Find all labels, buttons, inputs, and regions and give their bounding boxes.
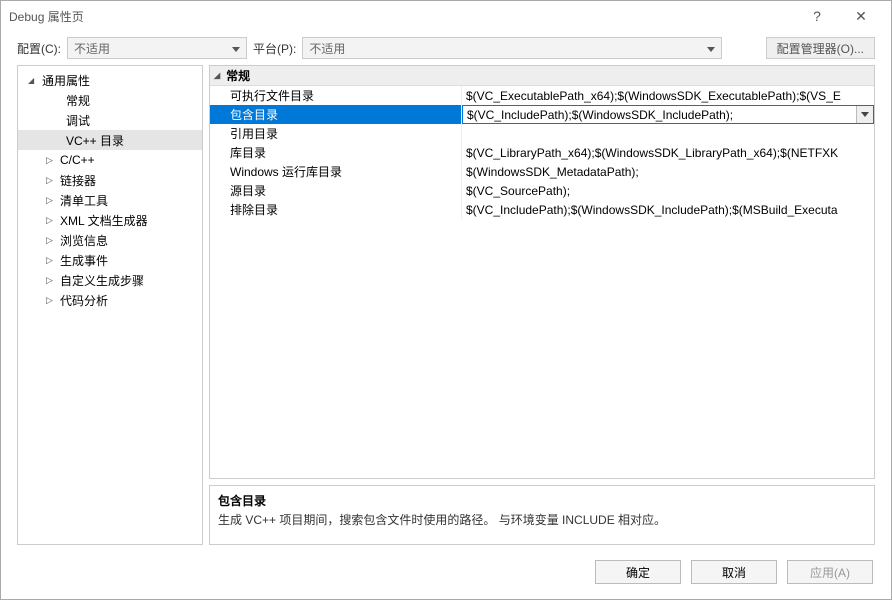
description-text: 生成 VC++ 项目期间，搜索包含文件时使用的路径。 与环境变量 INCLUDE… [218,511,866,528]
tree-item-label: 常规 [66,92,90,109]
content-area: 通用属性 常规调试 VC++ 目录 C/C++ 链接器清单工具 XML 文档生成器浏览信… [1,65,891,545]
property-grid: 常规 可执行文件目录 $(VC_ExecutablePath_x64);$(Win… [209,65,875,479]
tree-root[interactable]: 通用属性 [18,70,202,90]
property-value-text: $(VC_SourcePath); [466,184,570,198]
property-value[interactable]: $(VC_ExecutablePath_x64);$(WindowsSDK_Ex… [462,86,874,105]
config-combo[interactable]: 不适用 [67,37,247,59]
property-value-cell[interactable]: $(VC_SourcePath); [462,181,874,200]
tree-item-label: 清单工具 [60,192,108,209]
tree-item[interactable]: 调试 [18,110,202,130]
property-label: 源目录 [210,181,462,200]
property-row[interactable]: 引用目录 [210,124,874,143]
property-value-text: $(VC_IncludePath);$(WindowsSDK_IncludePa… [466,203,838,217]
property-value-text: $(VC_IncludePath);$(WindowsSDK_IncludePa… [467,108,733,122]
property-row[interactable]: 包含目录 $(VC_IncludePath);$(WindowsSDK_Inclu… [210,105,874,124]
property-value-cell[interactable]: $(VC_LibraryPath_x64);$(WindowsSDK_Libra… [462,143,874,162]
property-value[interactable]: $(VC_SourcePath); [462,181,874,200]
config-manager-button[interactable]: 配置管理器(O)... [766,37,875,59]
property-label: Windows 运行库目录 [210,162,462,181]
grid-body: 可执行文件目录 $(VC_ExecutablePath_x64);$(Window… [210,86,874,478]
property-label: 可执行文件目录 [210,86,462,105]
tree-item[interactable]: 常规 [18,90,202,110]
tree-item-label: C/C++ [60,153,95,167]
property-row[interactable]: 源目录 $(VC_SourcePath); [210,181,874,200]
tree-item-label: 调试 [66,112,90,129]
tree-item[interactable]: 生成事件 [18,250,202,270]
property-value[interactable]: $(WindowsSDK_MetadataPath); [462,162,874,181]
nav-tree[interactable]: 通用属性 常规调试 VC++ 目录 C/C++ 链接器清单工具 XML 文档生成器浏览信… [17,65,203,545]
property-row[interactable]: 可执行文件目录 $(VC_ExecutablePath_x64);$(Window… [210,86,874,105]
tree-item[interactable]: 代码分析 [18,290,202,310]
tree-item[interactable]: 清单工具 [18,190,202,210]
platform-combo[interactable]: 不适用 [302,37,722,59]
property-row[interactable]: Windows 运行库目录 $(WindowsSDK_MetadataPath); [210,162,874,181]
property-value-cell[interactable] [462,124,874,143]
tree-item-label: 浏览信息 [60,232,108,249]
property-value[interactable]: $(VC_IncludePath);$(WindowsSDK_IncludePa… [462,200,874,219]
tree-root-label: 通用属性 [42,72,90,89]
property-value-cell[interactable]: $(VC_ExecutablePath_x64);$(WindowsSDK_Ex… [462,86,874,105]
property-value-text: $(WindowsSDK_MetadataPath); [466,165,639,179]
property-value-text: $(VC_LibraryPath_x64);$(WindowsSDK_Libra… [466,146,838,160]
group-header[interactable]: 常规 [210,66,874,86]
platform-label: 平台(P): [253,40,296,57]
cancel-button[interactable]: 取消 [691,560,777,584]
property-row[interactable]: 排除目录 $(VC_IncludePath);$(WindowsSDK_Inclu… [210,200,874,219]
tree-item-label: 代码分析 [60,292,108,309]
help-button[interactable]: ? [795,1,839,31]
tree-item-label: 生成事件 [60,252,108,269]
tree-item[interactable]: XML 文档生成器 [18,210,202,230]
property-value-cell[interactable]: $(VC_IncludePath);$(WindowsSDK_IncludePa… [462,105,874,124]
apply-button[interactable]: 应用(A) [787,560,873,584]
property-value[interactable]: $(VC_LibraryPath_x64);$(WindowsSDK_Libra… [462,143,874,162]
property-value[interactable] [462,124,874,143]
platform-value: 不适用 [309,40,345,57]
property-page-window: Debug 属性页 ? ✕ 配置(C): 不适用 平台(P): 不适用 配置管理… [0,0,892,600]
description-title: 包含目录 [218,492,866,509]
tree-item-label: XML 文档生成器 [60,212,148,229]
property-row[interactable]: 库目录 $(VC_LibraryPath_x64);$(WindowsSDK_Li… [210,143,874,162]
property-label: 排除目录 [210,200,462,219]
dropdown-button[interactable] [856,106,873,123]
config-label: 配置(C): [17,40,61,57]
tree-item-label: VC++ 目录 [66,132,124,149]
toolbar: 配置(C): 不适用 平台(P): 不适用 配置管理器(O)... [1,31,891,65]
footer: 确定 取消 应用(A) [1,545,891,599]
close-button[interactable]: ✕ [839,1,883,31]
description-panel: 包含目录 生成 VC++ 项目期间，搜索包含文件时使用的路径。 与环境变量 IN… [209,485,875,545]
tree-item-label: 链接器 [60,172,96,189]
tree-item[interactable]: 浏览信息 [18,230,202,250]
tree-item[interactable]: 链接器 [18,170,202,190]
config-value: 不适用 [74,40,110,57]
tree-item[interactable]: 自定义生成步骤 [18,270,202,290]
tree-item[interactable]: VC++ 目录 [18,130,202,150]
titlebar: Debug 属性页 ? ✕ [1,1,891,31]
ok-button[interactable]: 确定 [595,560,681,584]
main-panel: 常规 可执行文件目录 $(VC_ExecutablePath_x64);$(Win… [209,65,875,545]
tree-item[interactable]: C/C++ [18,150,202,170]
property-label: 包含目录 [210,105,462,124]
property-label: 引用目录 [210,124,462,143]
tree-item-label: 自定义生成步骤 [60,272,144,289]
property-value[interactable]: $(VC_IncludePath);$(WindowsSDK_IncludePa… [462,105,874,124]
property-value-text: $(VC_ExecutablePath_x64);$(WindowsSDK_Ex… [466,89,841,103]
group-header-label: 常规 [226,67,250,84]
window-title: Debug 属性页 [9,8,795,25]
property-label: 库目录 [210,143,462,162]
property-value-cell[interactable]: $(WindowsSDK_MetadataPath); [462,162,874,181]
property-value-cell[interactable]: $(VC_IncludePath);$(WindowsSDK_IncludePa… [462,200,874,219]
